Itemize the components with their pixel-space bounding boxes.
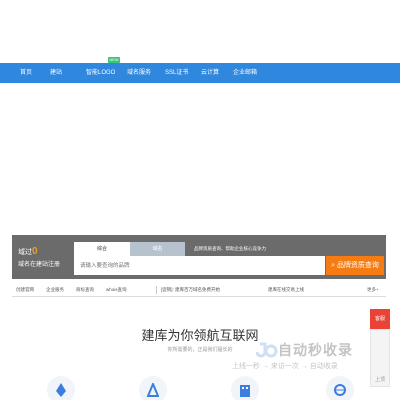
hero-banner (0, 83, 400, 315)
feature-item[interactable] (326, 376, 354, 400)
slogan-prefix: 域过 (18, 249, 32, 256)
slogan-number: 0 (32, 246, 38, 257)
quicklink-enterprise[interactable]: 企业服务 (46, 283, 64, 297)
quicklink-trademark[interactable]: 商标查询 (76, 283, 94, 297)
pen-icon (56, 383, 66, 397)
quicklink-whois[interactable]: whois查询 (106, 283, 127, 297)
nav-item-logo[interactable]: 智能LOGO (86, 63, 115, 83)
new-badge: NEW (108, 57, 120, 63)
search-icon: ⌕ (331, 262, 335, 269)
nav-item-ssl[interactable]: SSL证书 (165, 63, 188, 83)
quicklink-create-site[interactable]: 创建官网 (16, 283, 34, 297)
watermark: 自动秒收录 上线一秒 → 来访一次 → 自动收录 (232, 335, 386, 375)
nav-item-cloud[interactable]: 云计算 (201, 63, 219, 83)
back-to-top-button[interactable]: 上顶 (370, 376, 390, 383)
triangle-icon (147, 383, 159, 397)
nav-item-home[interactable]: 首页 (20, 63, 32, 83)
hero-slogan: 域过0 (18, 246, 38, 257)
nav-item-email[interactable]: 企业邮箱 (233, 63, 257, 83)
building-icon (240, 385, 250, 397)
watermark-slogan: 上线一秒 → 来访一次 → 自动收录 (232, 363, 338, 370)
feature-item[interactable] (139, 376, 167, 400)
globe-icon (334, 384, 346, 396)
quicklink-promo[interactable]: [促销]: 建库百万域名免费开始 (161, 283, 220, 297)
search-button[interactable]: ⌕ 品牌资质查询 (326, 256, 384, 275)
feature-item[interactable] (47, 376, 75, 400)
quicklinks-divider (156, 286, 157, 294)
search-input[interactable] (74, 256, 325, 275)
nav-item-domain[interactable]: 域名服务 (127, 63, 151, 83)
quicklink-trade[interactable]: 建库在线交易上线 (268, 283, 304, 297)
feature-item[interactable] (231, 376, 259, 400)
search-button-label: 品牌资质查询 (336, 262, 379, 269)
watermark-logo (256, 342, 278, 358)
top-nav-bar: 首页 建站 智能LOGO 域名服务 SSL证书 云计算 企业邮箱 (0, 63, 400, 83)
search-tabs: 综合 域名 (74, 242, 185, 256)
search-hint: 品牌资质查询、帮助企业核心竞争力 (194, 246, 266, 251)
tab-general[interactable]: 综合 (74, 242, 130, 256)
watermark-brand: 自动秒收录 (278, 342, 353, 358)
quicklinks-bar: 创建官网 企业服务 商标查询 whois查询 [促销]: 建库百万域名免费开始 … (12, 283, 386, 297)
tab-domain[interactable]: 域名 (130, 242, 185, 256)
quicklink-more[interactable]: 更多+ (367, 283, 379, 297)
nav-item-site-build[interactable]: 建站 (50, 63, 62, 83)
slogan-subtitle: 域名在建站注册 (18, 262, 61, 268)
